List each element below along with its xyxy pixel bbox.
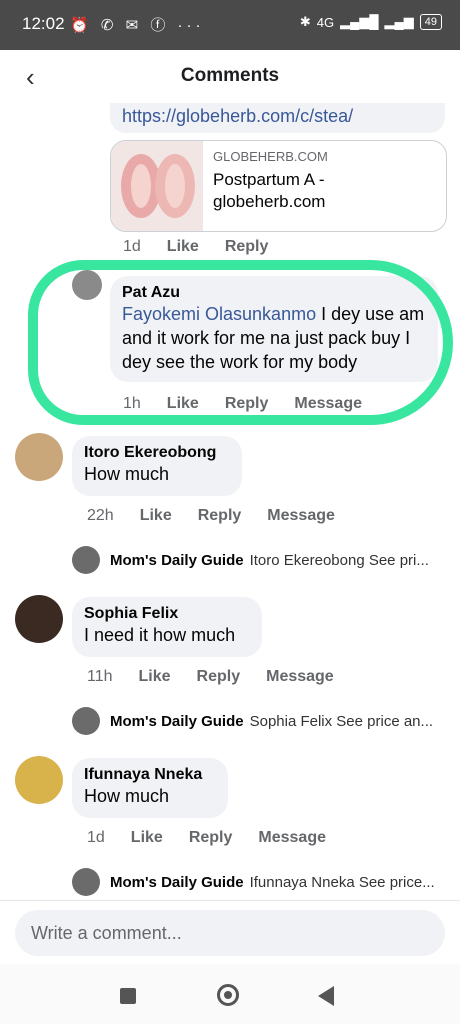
reply-text: Sophia Felix See price an... — [249, 712, 434, 730]
composer-divider — [0, 900, 460, 901]
comment-bubble: Ifunnaya Nneka How much — [72, 758, 228, 818]
reply-button[interactable]: Reply — [225, 238, 269, 256]
reply-text: Itoro Ekereobong See pri... — [249, 551, 429, 569]
message-button[interactable]: Message — [267, 507, 335, 525]
like-button[interactable]: Like — [131, 829, 163, 847]
bluetooth-icon: ✱ — [299, 14, 311, 29]
home-icon[interactable] — [217, 984, 239, 1006]
back-icon[interactable] — [318, 986, 334, 1006]
comment-author[interactable]: Pat Azu — [122, 284, 426, 302]
link-thumbnail — [111, 141, 203, 231]
avatar[interactable] — [15, 595, 63, 643]
like-button[interactable]: Like — [139, 668, 171, 686]
like-button[interactable]: Like — [140, 507, 172, 525]
reply-button[interactable]: Reply — [197, 668, 241, 686]
link-title: Postpartum A - globeherb.com — [213, 170, 326, 211]
avatar — [72, 546, 100, 574]
comment-input[interactable]: Write a comment... — [15, 910, 445, 956]
reply-button[interactable]: Reply — [189, 829, 233, 847]
status-bar: 12:02 ⏰ ✆ ✉ ⓕ ··· ✱ 4G ▂▄▆█ ▂▄▆ 49 — [0, 0, 460, 50]
comment-text: How much — [84, 786, 170, 806]
comment-text: Fayokemi Olasunkanmo I dey use am and it… — [122, 302, 426, 374]
comment-text: I need it how much — [84, 625, 236, 645]
reply-preview[interactable]: Mom's Daily Guide Itoro Ekereobong See p… — [72, 545, 429, 575]
reply-preview[interactable]: Mom's Daily Guide Ifunnaya Nneka See pri… — [72, 867, 435, 897]
comment-author[interactable]: Sophia Felix — [84, 605, 250, 623]
reply-author: Mom's Daily Guide — [110, 873, 244, 891]
reply-preview[interactable]: Mom's Daily Guide Sophia Felix See price… — [72, 706, 433, 736]
like-button[interactable]: Like — [167, 395, 199, 413]
status-time: 12:02 — [22, 14, 65, 33]
reply-author: Mom's Daily Guide — [110, 551, 244, 569]
comment-actions: 11h Like Reply Message — [87, 668, 334, 686]
status-right: ✱ 4G ▂▄▆█ ▂▄▆ 49 — [300, 14, 442, 30]
message-button[interactable]: Message — [266, 668, 334, 686]
reply-author: Mom's Daily Guide — [110, 712, 244, 730]
message-button[interactable]: Message — [294, 395, 362, 413]
reply-text: Ifunnaya Nneka See price... — [249, 873, 435, 891]
comment-time: 1d — [87, 829, 105, 846]
comment-actions: 1d Like Reply Message — [87, 829, 326, 847]
comment-bubble: Pat Azu Fayokemi Olasunkanmo I dey use a… — [110, 276, 438, 382]
post-link[interactable]: https://globeherb.com/c/stea/ — [110, 103, 445, 133]
system-nav-bar — [0, 964, 460, 1024]
avatar — [72, 868, 100, 896]
like-button[interactable]: Like — [167, 238, 199, 256]
reply-button[interactable]: Reply — [225, 395, 269, 413]
message-button[interactable]: Message — [258, 829, 326, 847]
comment-bubble: Itoro Ekereobong How much — [72, 436, 242, 496]
comment-time: 1h — [123, 395, 141, 412]
comment-time: 22h — [87, 507, 114, 524]
link-post-actions: 1d Like Reply — [123, 238, 268, 256]
page-title: Comments — [180, 65, 280, 86]
signal-icon: ▂▄▆█ — [340, 14, 379, 29]
avatar[interactable] — [15, 756, 63, 804]
post-time: 1d — [123, 238, 141, 255]
comment-bubble: Sophia Felix I need it how much — [72, 597, 262, 657]
comment-actions: 1h Like Reply Message — [123, 395, 362, 413]
comment-actions: 22h Like Reply Message — [87, 507, 335, 525]
comment-author[interactable]: Itoro Ekereobong — [84, 444, 230, 462]
avatar[interactable] — [72, 270, 102, 300]
comment-time: 11h — [87, 668, 113, 685]
recents-icon[interactable] — [120, 988, 136, 1004]
notification-icons: ⏰ ✆ ✉ ⓕ ··· — [70, 17, 205, 34]
reply-button[interactable]: Reply — [198, 507, 242, 525]
network-label: 4G — [316, 14, 335, 30]
mention-link[interactable]: Fayokemi Olasunkanmo — [122, 304, 316, 324]
anatomy-illustration-icon — [121, 154, 195, 218]
battery-icon: 49 — [419, 14, 442, 30]
link-domain: GLOBEHERB.COM — [213, 149, 328, 164]
link-preview-card[interactable]: GLOBEHERB.COM Postpartum A - globeherb.c… — [110, 140, 447, 232]
avatar — [72, 707, 100, 735]
comment-author[interactable]: Ifunnaya Nneka — [84, 766, 216, 784]
comment-text: How much — [84, 464, 170, 484]
header: ‹ Comments — [0, 50, 460, 106]
signal2-icon: ▂▄▆ — [384, 14, 414, 29]
avatar[interactable] — [15, 433, 63, 481]
